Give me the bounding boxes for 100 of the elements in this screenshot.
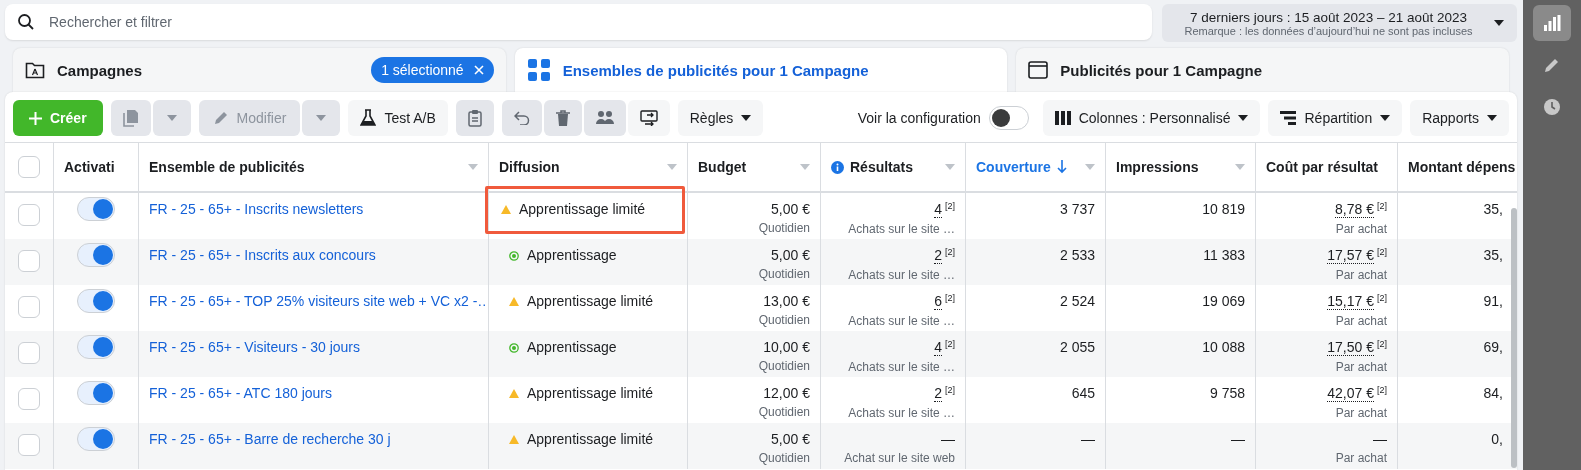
grid-icon [526,58,551,82]
column-header[interactable]: Budget [698,159,747,175]
row-checkbox[interactable] [18,342,40,364]
caret-icon [1238,115,1249,121]
activation-toggle[interactable] [77,427,115,451]
column-header[interactable]: Activati [64,159,115,175]
row-checkbox[interactable] [18,434,40,456]
dropdown-button[interactable] [302,100,341,136]
config-switch[interactable] [988,106,1029,130]
budget-period: Quotidien [758,405,810,419]
flask-icon [360,109,377,127]
search-bar[interactable]: Rechercher et filtrer [5,4,1152,40]
dropdown-button[interactable] [152,100,191,136]
tab[interactable]: Ensembles de publicités pour 1 Campagne [514,48,1008,92]
rules-button[interactable]: Règles [677,100,764,136]
caret-icon [945,164,955,170]
footnote-mark: [2] [945,385,955,395]
undo-button[interactable] [501,100,542,136]
delivery-status: Apprentissage limité [527,293,654,309]
column-header[interactable]: Couverture [976,159,1051,175]
people-icon [595,110,614,126]
pencil-icon [212,110,229,126]
delivery-status: Apprentissage limité [519,201,646,217]
sidebar-button[interactable] [1533,5,1571,41]
cost-unit: Par achat [1335,451,1387,465]
cost-unit: Par achat [1335,406,1387,420]
activation-toggle[interactable] [77,289,115,313]
ab-test-button[interactable]: Test A/B [348,100,448,136]
footnote-mark: [2] [1377,247,1387,257]
row-checkbox[interactable] [18,250,40,272]
amount-spent-value: 69, [1483,339,1503,355]
impressions-value: 10 088 [1202,339,1245,355]
selection-badge[interactable]: 1 sélectionné [371,57,494,83]
budget-value: 5,00 € [771,247,810,263]
footnote-mark: [2] [945,247,955,257]
select-all-checkbox[interactable] [18,156,40,178]
caret-icon [1380,115,1391,121]
reports-button[interactable]: Rapports [1410,100,1509,136]
cost-value: — [1373,431,1387,447]
plus-icon [29,111,42,125]
ad-set-link[interactable]: FR - 25 - 65+ - Inscrits newsletters [149,201,364,217]
activation-toggle[interactable] [77,197,115,221]
columns-button[interactable]: Colonnes : Personnalisé [1042,100,1261,136]
footnote-mark: [2] [945,201,955,211]
bar-chart-icon [1543,15,1561,31]
pencil-icon [1544,57,1560,73]
sort-down-icon [1056,160,1067,174]
columns-icon [1054,111,1071,125]
ad-set-link[interactable]: FR - 25 - 65+ - ATC 180 jours [149,385,332,401]
impressions-value: 10 819 [1202,201,1245,217]
amount-spent-value: 35, [1483,247,1503,263]
footnote-mark: [2] [1377,339,1387,349]
date-range-picker[interactable]: 7 derniers jours : 15 août 2023 – 21 août 2023 Remarque : les données d’aujourd’hui ne sont pas incluses [1162,4,1517,42]
audience-button[interactable] [583,100,626,136]
tab[interactable]: Campagnes 1 sélectionné [13,48,506,92]
caret-icon [741,115,752,121]
budget-value: 5,00 € [771,201,810,217]
search-icon [17,13,35,31]
amount-spent-value: 91, [1483,293,1503,309]
result-type: Achats sur le site … [848,360,955,374]
row-checkbox[interactable] [18,296,40,318]
row-checkbox[interactable] [18,388,40,410]
delete-button[interactable] [543,100,582,136]
results-value: — [941,431,955,447]
column-header[interactable]: Impressions [1116,159,1199,175]
results-value: 2 [934,385,942,402]
copy-icon [122,109,139,127]
tab[interactable]: Publicités pour 1 Campagne [1016,48,1509,92]
reach-value: 2 533 [1059,247,1095,263]
reach-value: — [1081,431,1095,447]
delivery-status: Apprentissage limité [527,385,654,401]
share-button[interactable] [627,100,670,136]
duplicate-button[interactable] [110,100,151,136]
column-header[interactable]: Ensemble de publicités [149,159,305,175]
column-header[interactable]: Montant dépens [1408,159,1516,175]
ad-set-link[interactable]: FR - 25 - 65+ - Barre de recherche 30 j [149,431,391,447]
results-value: 4 [934,339,942,356]
activation-toggle[interactable] [77,335,115,359]
cost-value: 8,78 € [1335,201,1374,218]
column-header[interactable]: Diffusion [499,159,560,175]
results-value: 6 [934,293,942,310]
caret-icon [800,164,810,170]
impressions-value: — [1231,431,1245,447]
column-header[interactable]: Résultats [850,159,914,175]
ad-set-link[interactable]: FR - 25 - 65+ - Visiteurs - 30 jours [149,339,360,355]
clipboard-button[interactable] [455,100,494,136]
scrollbar[interactable] [1511,208,1517,468]
cost-value: 17,57 € [1327,247,1374,264]
row-checkbox[interactable] [18,204,40,226]
activation-toggle[interactable] [77,381,115,405]
ad-set-link[interactable]: FR - 25 - 65+ - TOP 25% visiteurs site web + VC x2 -… [149,293,488,309]
ad-set-link[interactable]: FR - 25 - 65+ - Inscrits aux concours [149,247,376,263]
search-field[interactable]: Rechercher et filtrer [49,7,1140,37]
column-header[interactable]: Coût par résultat [1266,159,1378,175]
caret-icon [1085,164,1095,170]
breakdown-button[interactable]: Répartition [1268,100,1403,136]
footnote-mark: [2] [1377,385,1387,395]
activation-toggle[interactable] [77,243,115,267]
trash-icon [555,110,570,126]
caret-icon [316,115,327,121]
